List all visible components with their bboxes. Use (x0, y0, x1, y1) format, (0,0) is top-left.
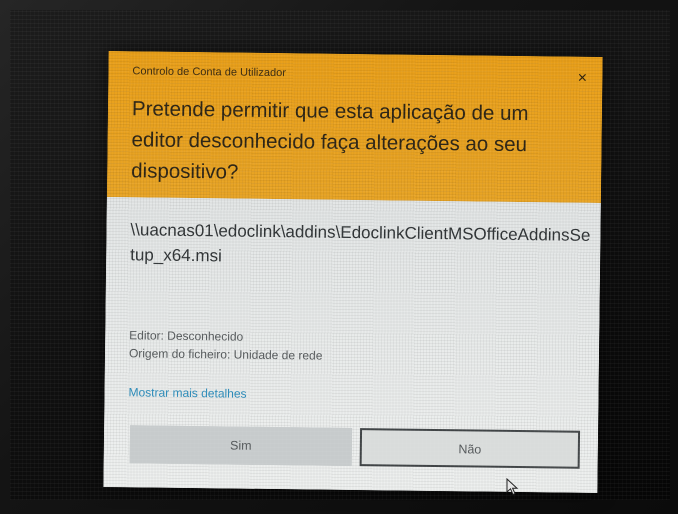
mouse-pointer-icon (506, 478, 519, 496)
publisher-line: Editor: Desconhecido (129, 328, 244, 344)
origin-line: Origem do ficheiro: Unidade de rede (128, 346, 323, 363)
dialog-title: Controlo de Conta de Utilizador (132, 65, 286, 80)
no-button[interactable]: Não (359, 428, 581, 469)
uac-dialog: Controlo de Conta de Utilizador × Preten… (103, 50, 603, 494)
program-path: \\uacnas01\edoclink\addins\EdoclinkClien… (130, 220, 591, 266)
dialog-header: Controlo de Conta de Utilizador × Preten… (106, 50, 603, 204)
yes-button[interactable]: Sim (129, 425, 353, 466)
close-icon[interactable]: × (572, 69, 592, 89)
program-details: Editor: Desconhecido Origem do ficheiro:… (129, 326, 323, 364)
permission-question: Pretende permitir que esta aplicação de … (131, 97, 529, 184)
monitor-frame: Controlo de Conta de Utilizador × Preten… (0, 0, 678, 514)
screen: Controlo de Conta de Utilizador × Preten… (10, 10, 670, 500)
show-more-details-link[interactable]: Mostrar mais detalhes (128, 385, 246, 400)
